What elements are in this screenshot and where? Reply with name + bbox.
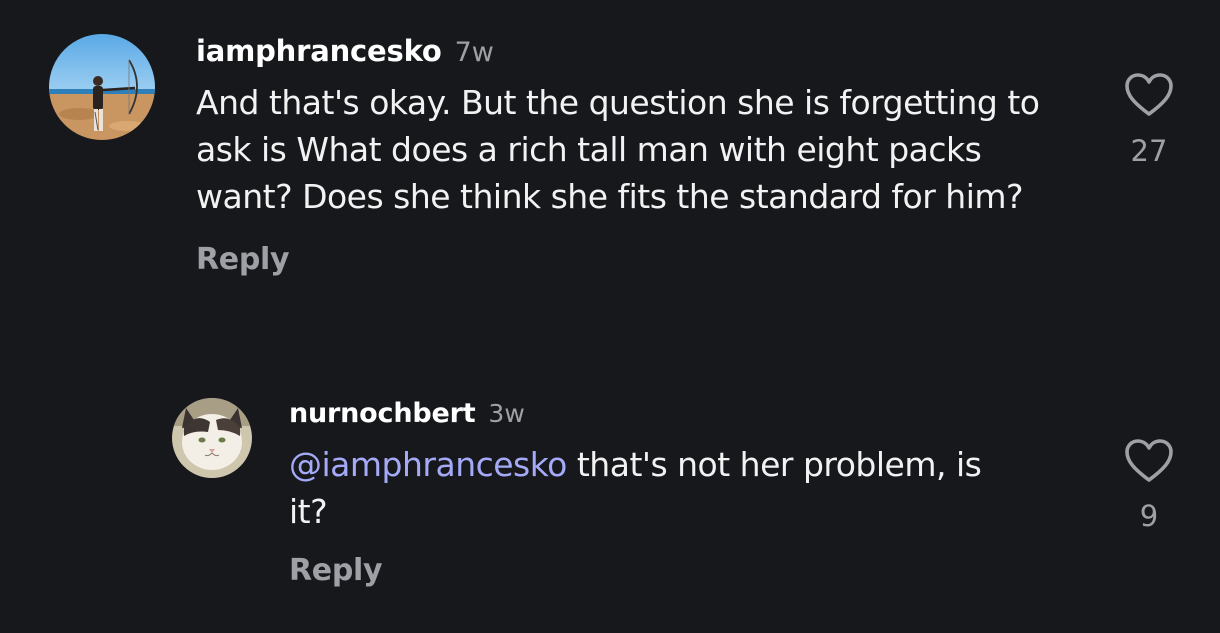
comment-text: And that's okay. But the question she is… [196,83,1040,216]
timestamp: 3w [488,399,525,428]
like-group: 27 [1119,72,1179,168]
white-cat-photo [172,398,252,478]
comment-text: @iamphrancesko that's not her problem, i… [289,441,1009,535]
like-count: 9 [1139,499,1159,533]
archer-on-beach-photo [49,34,155,140]
reply-button[interactable]: Reply [289,553,383,588]
avatar[interactable] [172,398,252,478]
heart-icon[interactable] [1124,438,1174,484]
heart-icon[interactable] [1124,72,1174,118]
comments-screen: iamphrancesko 7w And that's okay. But th… [0,0,1220,633]
comment-body: iamphrancesko 7w And that's okay. But th… [196,34,1179,277]
reply-button[interactable]: Reply [196,242,290,277]
comment: iamphrancesko 7w And that's okay. But th… [49,34,1179,277]
comment-body: nurnochbert 3w @iamphrancesko that's not… [289,398,1179,588]
like-count: 27 [1130,134,1168,168]
avatar[interactable] [49,34,155,140]
username[interactable]: nurnochbert [289,398,476,429]
like-group: 9 [1119,438,1179,533]
reply-comment: nurnochbert 3w @iamphrancesko that's not… [172,398,1179,588]
mention-link[interactable]: @iamphrancesko [289,445,567,484]
comment-header: iamphrancesko 7w [196,34,1179,68]
comment-header: nurnochbert 3w [289,398,1179,429]
timestamp: 7w [454,37,494,68]
username[interactable]: iamphrancesko [196,34,442,68]
